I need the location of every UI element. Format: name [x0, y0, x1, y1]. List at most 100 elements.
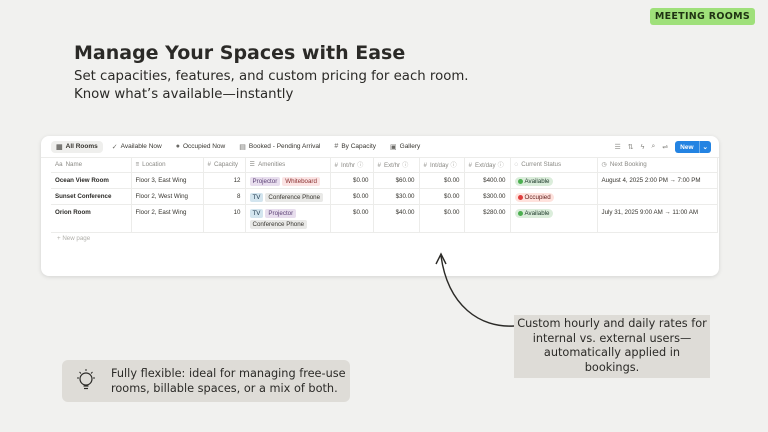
pricing-callout: Custom hourly and daily rates for intern… [514, 315, 710, 378]
column-header-int-hr[interactable]: # Int/hr ⓘ [330, 158, 374, 173]
column-type-icon: # [334, 162, 338, 170]
table-row[interactable]: Ocean View Room Floor 3, East Wing 12 Proje… [51, 172, 718, 189]
ext-day-cell[interactable]: $300.00 [464, 188, 511, 205]
column-header-location[interactable]: ≡ Location [131, 158, 204, 173]
column-header-label: Name [65, 161, 83, 169]
column-header-current-status[interactable]: ◌ Current Status [510, 158, 598, 173]
status-label: Available [524, 209, 550, 217]
amenity-tag: Conference Phone [265, 192, 324, 202]
table-row[interactable]: Sunset Conference Floor 2, West Wing 8 TV Co… [51, 188, 718, 205]
status-cell[interactable]: Available [510, 204, 598, 233]
gallery-icon: ▣ [390, 143, 397, 151]
status-badge: Available [514, 176, 553, 186]
status-label: Occupied [524, 193, 551, 201]
subheadline: Set capacities, features, and custom pri… [74, 68, 594, 103]
ext-hr-cell[interactable]: $60.00 [373, 172, 420, 189]
int-hr-cell[interactable]: $0.00 [330, 204, 374, 233]
view-tab-all-rooms[interactable]: ▦ All Rooms [51, 140, 103, 153]
check-icon: ✓ [111, 143, 118, 151]
status-badge: Occupied [514, 192, 554, 202]
capacity-cell[interactable]: 10 [203, 204, 246, 233]
next-booking-cell[interactable] [597, 188, 718, 205]
new-button[interactable]: New ⌄ [675, 141, 711, 153]
new-page-button[interactable]: + New page [57, 235, 90, 242]
int-day-cell[interactable]: $0.00 [419, 172, 465, 189]
amenities-cell[interactable]: TV ProjectorConference Phone [245, 204, 331, 233]
column-header-amenities[interactable]: ☰ Amenities [245, 158, 331, 173]
capacity-cell[interactable]: 12 [203, 172, 246, 189]
view-tabs: ▦ All Rooms ✓ Available Now ● Occupied Now ▤ Bo… [41, 136, 719, 158]
column-header-label: Int/day [429, 162, 449, 170]
rooms-table: Aa Name ≡ Location # Capacity ☰ Amenities # Int/h… [51, 158, 718, 233]
amenity-tag: Whiteboard [282, 176, 320, 186]
lightbulb-icon [77, 369, 95, 390]
ext-day-cell[interactable]: $400.00 [464, 172, 511, 189]
table-icon: ▦ [56, 143, 63, 151]
location-cell[interactable]: Floor 3, East Wing [131, 172, 204, 189]
int-hr-cell[interactable]: $0.00 [330, 188, 374, 205]
view-tab-label: Booked - Pending Arrival [248, 143, 321, 150]
chevron-down-icon[interactable]: ⌄ [698, 141, 711, 153]
column-header-ext-day[interactable]: # Ext/day ⓘ [464, 158, 511, 173]
room-name-cell[interactable]: Orion Room [51, 204, 132, 233]
automation-icon[interactable]: ϟ [641, 144, 645, 151]
info-icon[interactable]: ⓘ [402, 162, 408, 169]
room-name-cell[interactable]: Ocean View Room [51, 172, 132, 189]
column-header-label: Next Booking [609, 161, 647, 169]
info-icon[interactable]: ⓘ [357, 162, 363, 169]
page-headline: Manage Your Spaces with Ease [74, 42, 406, 64]
sort-icon[interactable]: ⇅ [628, 143, 634, 151]
amenities-cell[interactable]: Projector Whiteboard [245, 172, 331, 189]
status-cell[interactable]: Available [510, 172, 598, 189]
view-tab-occupied-now[interactable]: ● Occupied Now [171, 141, 231, 153]
search-icon[interactable]: ⌕ [651, 143, 655, 151]
view-tab-available-now[interactable]: ✓ Available Now [107, 141, 167, 153]
column-type-icon: # [468, 162, 472, 170]
column-header-int-day[interactable]: # Int/day ⓘ [419, 158, 465, 173]
column-header-next-booking[interactable]: ◷ Next Booking [597, 158, 718, 173]
view-tab-by-capacity[interactable]: # By Capacity [329, 141, 381, 153]
capacity-cell[interactable]: 8 [203, 188, 246, 205]
hash-icon: # [334, 143, 339, 150]
column-header-name[interactable]: Aa Name [51, 158, 132, 173]
toolbar: ☰ ⇅ ϟ ⌕ ⇌ New ⌄ [615, 141, 711, 153]
column-type-icon: # [423, 162, 427, 170]
int-hr-cell[interactable]: $0.00 [330, 172, 374, 189]
column-header-label: Location [142, 161, 166, 169]
flexibility-callout-line-2: rooms, billable spaces, or a mix of both… [111, 382, 338, 395]
next-booking-cell[interactable]: July 31, 2025 9:00 AM → 11:00 AM [597, 204, 718, 233]
ext-hr-cell[interactable]: $30.00 [373, 188, 420, 205]
int-day-cell[interactable]: $0.00 [419, 204, 465, 233]
column-header-ext-hr[interactable]: # Ext/hr ⓘ [373, 158, 420, 173]
view-tab-booked-pending-arrival[interactable]: ▤ Booked - Pending Arrival [234, 141, 325, 153]
ext-day-cell[interactable]: $280.00 [464, 204, 511, 233]
settings-icon[interactable]: ⇌ [662, 143, 668, 151]
column-header-label: Ext/hr [383, 162, 401, 170]
status-cell[interactable]: Occupied [510, 188, 598, 205]
table-row[interactable]: Orion Room Floor 2, East Wing 10 TV Projecto… [51, 204, 718, 233]
view-tab-gallery[interactable]: ▣ Gallery [385, 141, 425, 153]
circle-icon: ● [175, 143, 180, 150]
ext-hr-cell[interactable]: $40.00 [373, 204, 420, 233]
amenities-cell[interactable]: TV Conference Phone [245, 188, 331, 205]
location-cell[interactable]: Floor 2, East Wing [131, 204, 204, 233]
callout-arrow [435, 252, 515, 327]
column-header-label: Current Status [521, 161, 562, 169]
info-icon[interactable]: ⓘ [451, 162, 457, 169]
database-card: ▦ All Rooms ✓ Available Now ● Occupied Now ▤ Bo… [41, 136, 719, 276]
subheadline-line-1: Set capacities, features, and custom pri… [74, 69, 469, 84]
amenity-tag: Projector [249, 176, 281, 186]
filter-icon[interactable]: ☰ [615, 143, 621, 151]
column-type-icon: Aa [55, 161, 63, 169]
table-header-row: Aa Name ≡ Location # Capacity ☰ Amenities # Int/h… [51, 158, 718, 173]
int-day-cell[interactable]: $0.00 [419, 188, 465, 205]
column-type-icon: ◌ [514, 161, 519, 169]
location-cell[interactable]: Floor 2, West Wing [131, 188, 204, 205]
next-booking-cell[interactable]: August 4, 2025 2:00 PM → 7:00 PM [597, 172, 718, 189]
column-header-label: Capacity [213, 161, 239, 169]
view-tab-label: All Rooms [65, 143, 98, 150]
column-header-capacity[interactable]: # Capacity [203, 158, 246, 173]
view-tab-label: Gallery [399, 143, 421, 150]
room-name-cell[interactable]: Sunset Conference [51, 188, 132, 205]
info-icon[interactable]: ⓘ [498, 162, 504, 169]
